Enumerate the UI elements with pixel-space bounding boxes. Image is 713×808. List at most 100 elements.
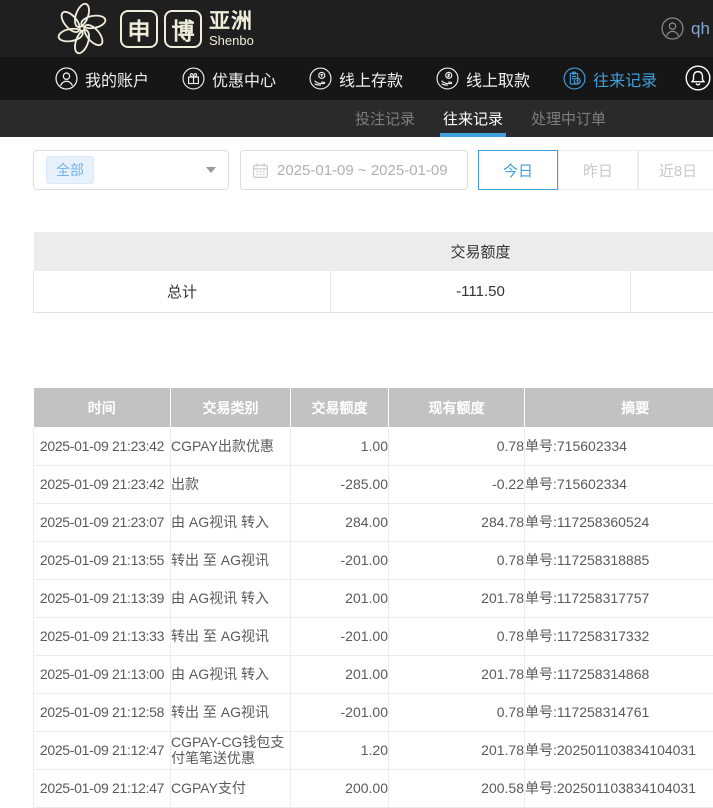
- cell-balance: -0.22: [389, 465, 525, 503]
- dropdown-caret-icon: [206, 167, 216, 173]
- brand-logo[interactable]: 申 博 亚洲 Shenbo: [50, 0, 254, 57]
- summary-header-empty: [631, 232, 713, 271]
- cell-amount: 284.00: [291, 503, 389, 541]
- cell-balance: 201.78: [389, 579, 525, 617]
- logo-subtitle-text: Shenbo: [209, 34, 254, 47]
- nav-item-label: 我的账户: [85, 67, 149, 91]
- cell-remark: 单号:117258317332: [525, 617, 713, 655]
- cell-remark: 单号:715602334: [525, 427, 713, 465]
- cell-type: 由 AG视讯 转入: [171, 655, 291, 693]
- cell-time: 2025-01-09 21:12:47: [34, 731, 171, 769]
- main-navbar: 我的账户 优惠中心 线上存款 线上取款 往来记录: [0, 57, 713, 100]
- cell-remark: 单号:117258317757: [525, 579, 713, 617]
- cell-time: 2025-01-09 21:12:47: [34, 769, 171, 807]
- records-subtabs: 投注记录往来记录处理中订单: [0, 100, 713, 137]
- tab-processing[interactable]: 处理中订单: [531, 100, 606, 137]
- nav-item-account[interactable]: 我的账户: [55, 67, 149, 91]
- cell-type: 出款: [171, 465, 291, 503]
- cell-balance: 0.78: [389, 427, 525, 465]
- bell-icon[interactable]: [685, 65, 711, 91]
- tab-transfers[interactable]: 往来记录: [443, 100, 503, 137]
- cell-time: 2025-01-09 21:23:42: [34, 427, 171, 465]
- cell-remark: 单号:117258360524: [525, 503, 713, 541]
- gift-icon: [182, 67, 205, 90]
- cell-balance: 0.78: [389, 693, 525, 731]
- cell-remark: 单号:202501103834104031: [525, 769, 713, 807]
- summary-total-value: -111.50: [331, 271, 631, 313]
- cell-amount: 1.20: [291, 731, 389, 769]
- cell-time: 2025-01-09 21:13:39: [34, 579, 171, 617]
- cell-time: 2025-01-09 21:13:33: [34, 617, 171, 655]
- cell-balance: 284.78: [389, 503, 525, 541]
- logo-region-text: 亚洲: [209, 11, 254, 32]
- table-row: 2025-01-09 21:12:47CGPAY支付200.00200.58单号…: [34, 769, 713, 807]
- nav-item-promos[interactable]: 优惠中心: [182, 67, 276, 91]
- table-row: 2025-01-09 21:23:07由 AG视讯 转入284.00284.78…: [34, 503, 713, 541]
- cell-balance: 201.78: [389, 655, 525, 693]
- flower-logo-icon: [50, 1, 114, 56]
- table-row: 2025-01-09 21:23:42CGPAY出款优惠1.000.78单号:7…: [34, 427, 713, 465]
- cell-amount: -201.00: [291, 617, 389, 655]
- records-icon: [563, 67, 586, 90]
- deposit-icon: [309, 67, 332, 90]
- cell-time: 2025-01-09 21:13:00: [34, 655, 171, 693]
- transaction-type-dropdown[interactable]: 全部: [33, 150, 229, 190]
- cell-remark: 单号:117258314761: [525, 693, 713, 731]
- summary-table: 交易额度 总计 -111.50: [33, 232, 713, 313]
- cell-balance: 201.78: [389, 731, 525, 769]
- cell-amount: 201.00: [291, 579, 389, 617]
- cell-amount: 200.00: [291, 769, 389, 807]
- date-range-input[interactable]: 2025-01-09 ~ 2025-01-09: [240, 150, 468, 190]
- cell-balance: 200.58: [389, 769, 525, 807]
- selected-type-chip: 全部: [46, 156, 94, 184]
- logo-char-box: 申: [120, 10, 158, 48]
- logo-char-2: 博: [172, 12, 195, 46]
- summary-header-amount: 交易额度: [331, 232, 631, 271]
- quick-range-today-button[interactable]: 今日: [478, 150, 558, 190]
- cell-amount: -201.00: [291, 693, 389, 731]
- nav-item-label: 线上存款: [339, 67, 403, 91]
- summary-total-row: 总计 -111.50: [34, 271, 713, 313]
- cell-remark: 单号:202501103834104031: [525, 731, 713, 769]
- summary-total-label: 总计: [34, 271, 331, 313]
- nav-item-deposit[interactable]: 线上存款: [309, 67, 403, 91]
- cell-type: 由 AG视讯 转入: [171, 579, 291, 617]
- column-header: 现有额度: [389, 388, 525, 427]
- summary-empty-cell: [631, 271, 713, 313]
- cell-time: 2025-01-09 21:12:58: [34, 693, 171, 731]
- cell-time: 2025-01-09 21:23:42: [34, 465, 171, 503]
- quick-range-last8days-button[interactable]: 近8日: [638, 150, 713, 190]
- table-row: 2025-01-09 21:13:39由 AG视讯 转入201.00201.78…: [34, 579, 713, 617]
- table-row: 2025-01-09 21:12:47CGPAY-CG钱包支付笔笔送优惠1.20…: [34, 731, 713, 769]
- logo-wordmark: 亚洲 Shenbo: [209, 11, 254, 47]
- cell-balance: 0.78: [389, 541, 525, 579]
- tab-betting[interactable]: 投注记录: [355, 100, 415, 137]
- user-account-area[interactable]: qh: [661, 0, 710, 57]
- username-text: qh: [691, 19, 710, 39]
- cell-type: 转出 至 AG视讯: [171, 541, 291, 579]
- cell-type: 转出 至 AG视讯: [171, 617, 291, 655]
- cell-type: CGPAY出款优惠: [171, 427, 291, 465]
- calendar-icon: [252, 162, 269, 179]
- logo-char-box: 博: [164, 10, 202, 48]
- column-header: 时间: [34, 388, 171, 427]
- nav-item-label: 线上取款: [466, 67, 530, 91]
- nav-item-withdraw[interactable]: 线上取款: [436, 67, 530, 91]
- cell-amount: -201.00: [291, 541, 389, 579]
- column-header: 交易额度: [291, 388, 389, 427]
- quick-range-yesterday-button[interactable]: 昨日: [558, 150, 638, 190]
- cell-balance: 0.78: [389, 617, 525, 655]
- nav-item-label: 往来记录: [593, 67, 657, 91]
- transactions-table: 时间交易类别交易额度现有额度摘要 2025-01-09 21:23:42CGPA…: [33, 388, 713, 808]
- table-row: 2025-01-09 21:23:42出款-285.00-0.22单号:7156…: [34, 465, 713, 503]
- nav-item-label: 优惠中心: [212, 67, 276, 91]
- cell-type: 由 AG视讯 转入: [171, 503, 291, 541]
- nav-item-records[interactable]: 往来记录: [563, 67, 657, 91]
- cell-amount: 201.00: [291, 655, 389, 693]
- column-header: 交易类别: [171, 388, 291, 427]
- cell-amount: -285.00: [291, 465, 389, 503]
- cell-type: CGPAY-CG钱包支付笔笔送优惠: [171, 731, 291, 769]
- user-icon: [55, 67, 78, 90]
- cell-time: 2025-01-09 21:23:07: [34, 503, 171, 541]
- cell-amount: 1.00: [291, 427, 389, 465]
